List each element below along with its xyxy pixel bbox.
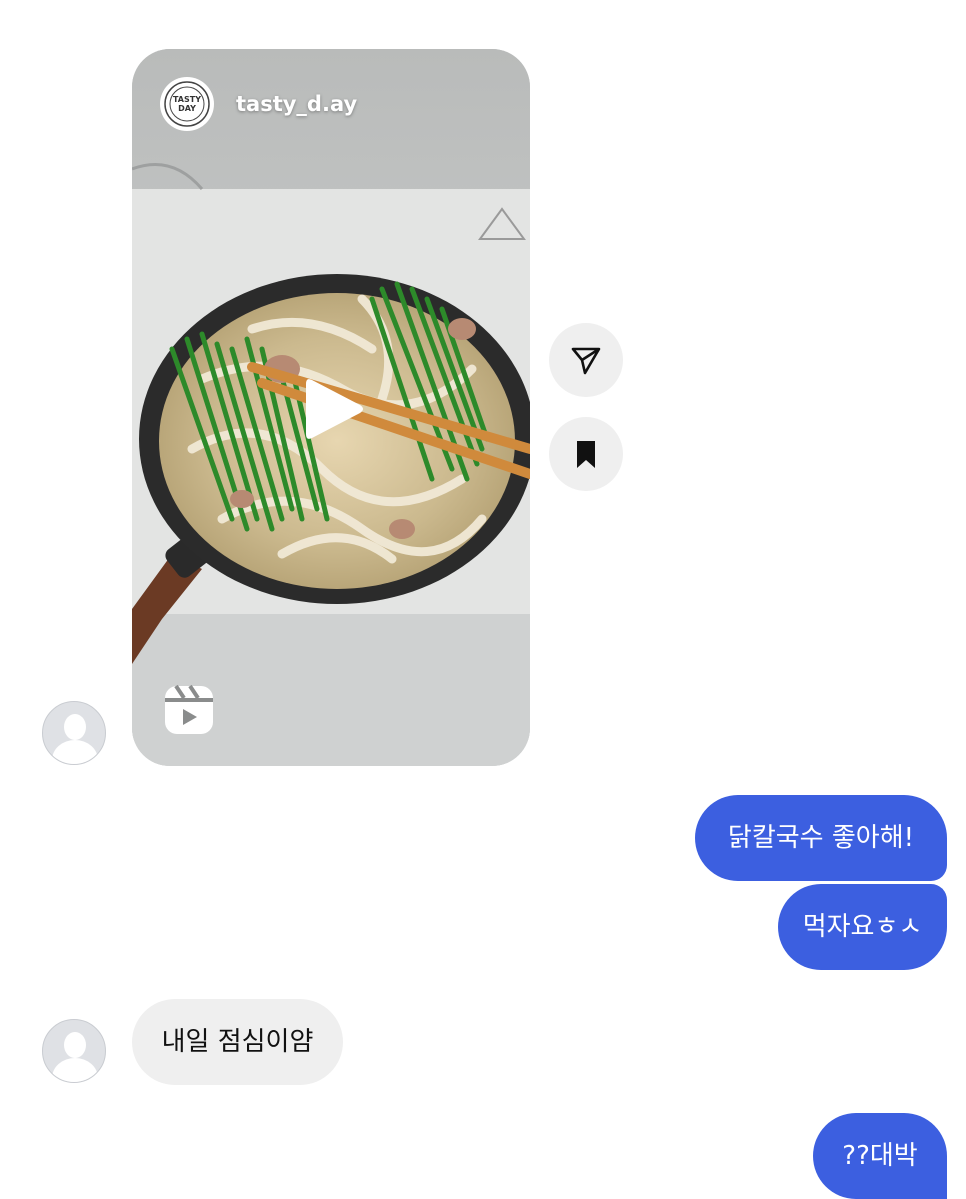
svg-text:DAY: DAY — [178, 104, 196, 113]
message-text: 내일 점심이얌 — [161, 1027, 314, 1057]
bookmark-icon — [577, 441, 595, 468]
message-bubble-incoming[interactable]: 내일 점심이얌 — [132, 999, 343, 1085]
reels-icon — [165, 684, 213, 734]
avatar-body — [52, 1058, 98, 1082]
reel-header[interactable]: TASTY DAY tasty_d.ay — [160, 77, 357, 131]
shared-reel-card[interactable]: TASTY DAY tasty_d.ay — [132, 49, 530, 766]
account-logo[interactable]: TASTY DAY — [160, 77, 214, 131]
avatar-body — [52, 740, 98, 764]
avatar-head — [64, 1032, 86, 1058]
reel-username[interactable]: tasty_d.ay — [236, 92, 357, 116]
message-text: 먹자요ㅎㅅ — [802, 912, 923, 942]
message-bubble-outgoing[interactable]: 닭칼국수 좋아해! — [695, 795, 947, 881]
message-text: ??대박 — [842, 1141, 918, 1171]
sender-avatar[interactable] — [42, 1019, 106, 1083]
svg-text:TASTY: TASTY — [173, 95, 201, 104]
tasty-day-logo-icon: TASTY DAY — [164, 81, 210, 127]
play-icon[interactable] — [298, 374, 368, 444]
message-text: 닭칼국수 좋아해! — [727, 823, 915, 853]
message-bubble-outgoing[interactable]: ??대박 — [813, 1113, 947, 1199]
sender-avatar[interactable] — [42, 701, 106, 765]
paper-plane-icon — [571, 347, 601, 375]
share-button[interactable] — [549, 323, 623, 397]
message-bubble-outgoing[interactable]: 먹자요ㅎㅅ — [778, 884, 947, 970]
save-button[interactable] — [549, 417, 623, 491]
avatar-head — [64, 714, 86, 740]
